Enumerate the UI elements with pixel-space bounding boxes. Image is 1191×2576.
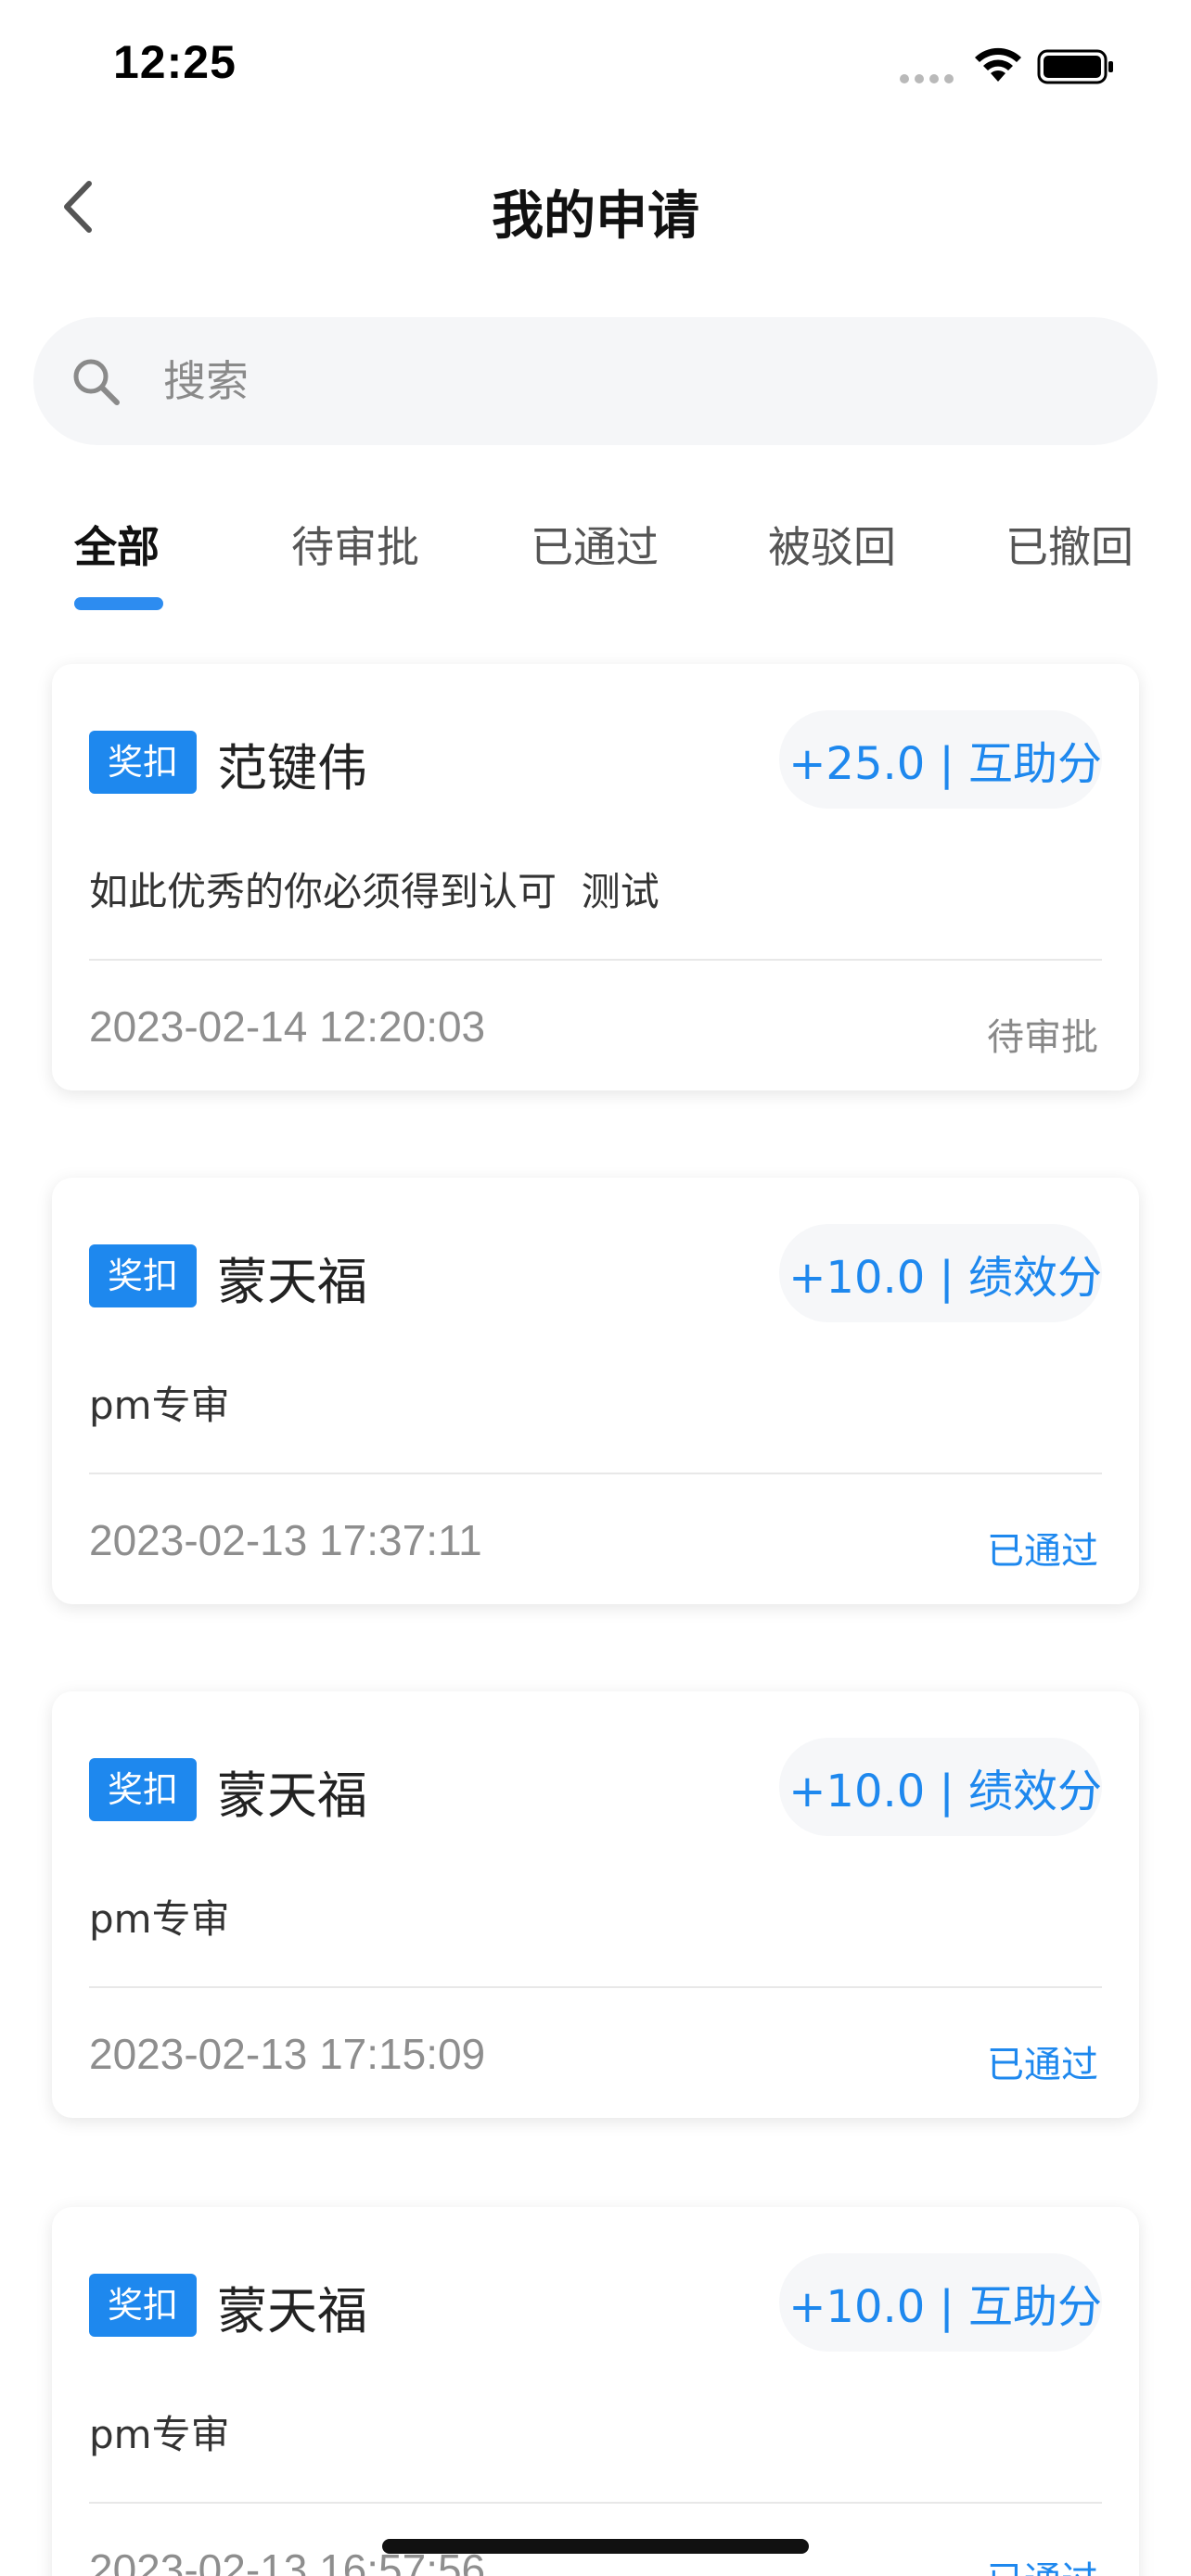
wifi-icon (975, 47, 1021, 82)
card-status: 已通过 (987, 2044, 1098, 2086)
search-bar[interactable] (33, 317, 1158, 445)
status-bar: 12:25 (0, 0, 1191, 130)
tab-approved[interactable]: 已通过 (531, 514, 659, 575)
page-title: 我的申请 (492, 186, 699, 247)
status-time: 12:25 (113, 36, 237, 88)
filter-tabs: 全部 待审批 已通过 被驳回 已撤回 (0, 501, 1191, 621)
card-applicant-name: 蒙天福 (217, 2282, 367, 2340)
nav-bar: 我的申请 (0, 130, 1191, 287)
card-type-tag: 奖扣 (89, 1244, 197, 1307)
card-points-badge: +10.0 | 绩效分 (779, 1224, 1102, 1322)
cellular-signal-icon (900, 74, 954, 83)
card-divider (89, 959, 1102, 961)
card-applicant-name: 蒙天福 (217, 1766, 367, 1825)
tab-pending[interactable]: 待审批 (291, 514, 419, 575)
active-tab-indicator (74, 597, 163, 610)
card-status: 已通过 (987, 2550, 1098, 2576)
home-indicator[interactable] (382, 2539, 809, 2554)
card-description: pm专审 (89, 2412, 230, 2457)
card-timestamp: 2023-02-13 17:15:09 (89, 2030, 486, 2078)
card-divider (89, 2502, 1102, 2504)
battery-icon (1037, 49, 1113, 84)
card-description: pm专审 (89, 1383, 230, 1428)
card-description: pm专审 (89, 1896, 230, 1942)
card-type-tag: 奖扣 (89, 1758, 197, 1821)
application-card[interactable]: 奖扣 蒙天福 +10.0 | 绩效分 pm专审 2023-02-13 17:15… (52, 1691, 1139, 2118)
card-timestamp: 2023-02-13 17:37:11 (89, 1516, 482, 1564)
card-timestamp: 2023-02-14 12:20:03 (89, 1002, 486, 1051)
search-input[interactable] (163, 345, 1091, 417)
card-divider (89, 1473, 1102, 1474)
card-type-tag: 奖扣 (89, 731, 197, 794)
card-description: 如此优秀的你必须得到认可 测试 (89, 869, 660, 914)
search-icon (73, 359, 120, 405)
application-card[interactable]: 奖扣 蒙天福 +10.0 | 互助分 pm专审 2023-02-13 16:57… (52, 2207, 1139, 2576)
tab-withdrawn[interactable]: 已撤回 (1005, 514, 1133, 575)
card-divider (89, 1986, 1102, 1988)
card-points-badge: +10.0 | 互助分 (779, 2253, 1102, 2352)
card-applicant-name: 范键伟 (217, 739, 367, 797)
card-type-tag: 奖扣 (89, 2274, 197, 2337)
application-card[interactable]: 奖扣 范键伟 +25.0 | 互助分 如此优秀的你必须得到认可 测试 2023-… (52, 664, 1139, 1090)
card-points-badge: +10.0 | 绩效分 (779, 1738, 1102, 1836)
card-applicant-name: 蒙天福 (217, 1253, 367, 1311)
screen: 12:25 我的申请 全部 待审批 已通过 被驳回 (0, 0, 1191, 2576)
card-status: 待审批 (987, 1016, 1098, 1059)
tab-all[interactable]: 全部 (74, 514, 160, 575)
application-card[interactable]: 奖扣 蒙天福 +10.0 | 绩效分 pm专审 2023-02-13 17:37… (52, 1178, 1139, 1604)
tab-rejected[interactable]: 被驳回 (768, 514, 896, 575)
card-status: 已通过 (987, 1530, 1098, 1573)
card-points-badge: +25.0 | 互助分 (779, 710, 1102, 809)
